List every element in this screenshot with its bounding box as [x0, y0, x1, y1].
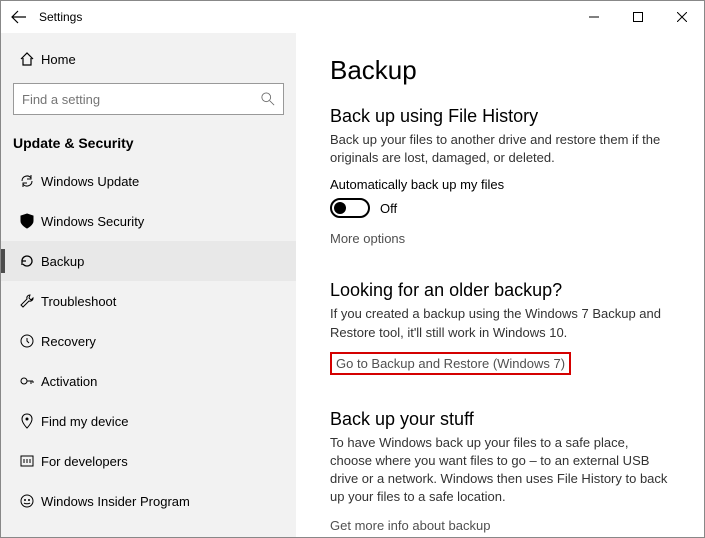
search-box[interactable] — [13, 83, 284, 115]
shield-icon — [19, 213, 41, 229]
nav-label: For developers — [41, 454, 128, 469]
sidebar-item-windows-insider[interactable]: Windows Insider Program — [1, 481, 296, 521]
key-icon — [19, 373, 41, 389]
desc-older-backup: If you created a backup using the Window… — [330, 305, 670, 341]
nav-label: Windows Update — [41, 174, 139, 189]
nav-label: Backup — [41, 254, 84, 269]
desc-file-history: Back up your files to another drive and … — [330, 131, 670, 167]
content: Backup Back up using File History Back u… — [296, 33, 704, 537]
sidebar-item-backup[interactable]: Backup — [1, 241, 296, 281]
maximize-button[interactable] — [616, 1, 660, 33]
sidebar-home[interactable]: Home — [1, 41, 296, 77]
sidebar: Home Update & Security Windows Update Wi… — [1, 33, 296, 537]
home-label: Home — [41, 52, 76, 67]
minimize-button[interactable] — [572, 1, 616, 33]
recovery-icon — [19, 333, 41, 349]
section-file-history: Back up using File History Back up your … — [330, 106, 670, 264]
sidebar-item-windows-update[interactable]: Windows Update — [1, 161, 296, 201]
heading-file-history: Back up using File History — [330, 106, 670, 127]
sidebar-item-recovery[interactable]: Recovery — [1, 321, 296, 361]
sidebar-item-activation[interactable]: Activation — [1, 361, 296, 401]
backup-icon — [19, 253, 41, 269]
sidebar-item-find-my-device[interactable]: Find my device — [1, 401, 296, 441]
insider-icon — [19, 493, 41, 509]
nav-label: Windows Insider Program — [41, 494, 190, 509]
desc-backup-stuff: To have Windows back up your files to a … — [330, 434, 670, 507]
sidebar-category: Update & Security — [1, 127, 296, 161]
sidebar-item-windows-security[interactable]: Windows Security — [1, 201, 296, 241]
nav-list: Windows Update Windows Security Backup T… — [1, 161, 296, 537]
toggle-label: Automatically back up my files — [330, 177, 670, 192]
close-button[interactable] — [660, 1, 704, 33]
nav-label: Windows Security — [41, 214, 144, 229]
nav-label: Recovery — [41, 334, 96, 349]
developers-icon — [19, 453, 41, 469]
nav-label: Troubleshoot — [41, 294, 116, 309]
more-options-link[interactable]: More options — [330, 231, 405, 246]
back-button[interactable] — [1, 1, 37, 33]
nav-label: Activation — [41, 374, 97, 389]
nav-label: Find my device — [41, 414, 128, 429]
heading-backup-stuff: Back up your stuff — [330, 409, 670, 430]
page-title: Backup — [330, 55, 670, 86]
sync-icon — [19, 173, 41, 189]
search-icon — [261, 92, 275, 106]
titlebar: Settings — [1, 1, 704, 33]
toggle-state: Off — [380, 201, 397, 216]
auto-backup-toggle[interactable] — [330, 198, 370, 218]
search-input[interactable] — [22, 92, 261, 107]
sidebar-item-troubleshoot[interactable]: Troubleshoot — [1, 281, 296, 321]
heading-older-backup: Looking for an older backup? — [330, 280, 670, 301]
window-title: Settings — [39, 10, 82, 24]
backup-restore-win7-link[interactable]: Go to Backup and Restore (Windows 7) — [330, 352, 571, 375]
sidebar-item-for-developers[interactable]: For developers — [1, 441, 296, 481]
home-icon — [19, 51, 41, 67]
section-older-backup: Looking for an older backup? If you crea… — [330, 280, 670, 392]
location-icon — [19, 413, 41, 429]
more-info-backup-link[interactable]: Get more info about backup — [330, 518, 490, 533]
wrench-icon — [19, 293, 41, 309]
section-backup-stuff: Back up your stuff To have Windows back … — [330, 409, 670, 537]
